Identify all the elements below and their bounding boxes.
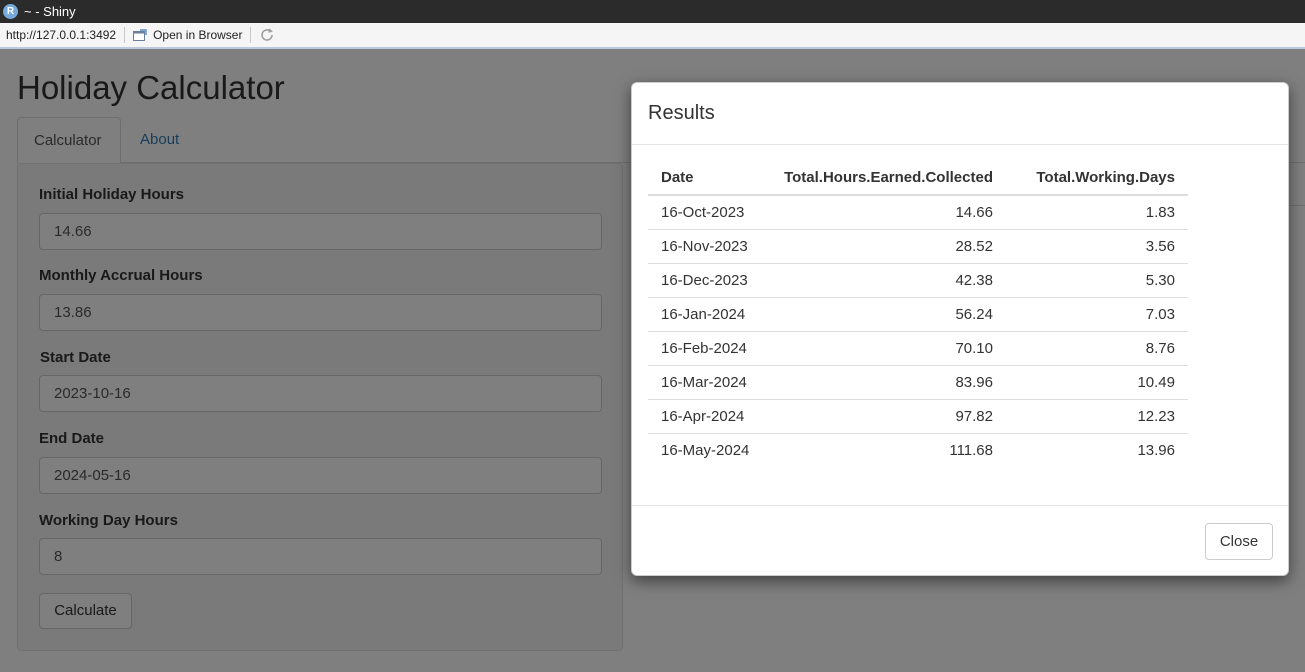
hours-cell: 97.82 (765, 398, 1006, 433)
date-cell: 16-Nov-2023 (648, 228, 765, 263)
days-cell: 1.83 (1145, 203, 1175, 221)
hours-cell: 111.68 (765, 432, 1006, 467)
days-cell: 5.30 (1006, 262, 1188, 297)
window-title: ~ - Shiny (24, 4, 76, 19)
modal-title: Results (648, 102, 715, 124)
modal-header: Results (632, 83, 1288, 145)
days-cell: 3.56 (1006, 228, 1188, 263)
table-row: 16-Mar-2024 83.96 10.49 (648, 364, 1188, 399)
table-row: 16-Dec-2023 42.38 5.30 (648, 262, 1188, 297)
viewer-toolbar: http://127.0.0.1:3492 Open in Browser (0, 23, 1305, 49)
days-cell: 8.76 (1006, 330, 1188, 365)
hours-cell: 70.10 (765, 330, 1006, 365)
table-row: 16-May-2024 111.68 13.96 (648, 432, 1188, 467)
open-in-browser-icon (133, 29, 147, 41)
table-header-row: Date Total.Hours.Earned.Collected Total.… (648, 161, 1188, 196)
table-row: 16-Nov-2023 28.52 3.56 (648, 228, 1188, 263)
date-cell: 16-Dec-2023 (648, 262, 765, 297)
date-cell: 16-Apr-2024 (648, 398, 765, 433)
date-cell: 16-May-2024 (648, 432, 765, 467)
days-cell: 7.03 (1006, 296, 1188, 331)
hours-cell: 28.52 (765, 228, 1006, 263)
table-row: 16-Oct-2023 14.66 1.83 (648, 195, 1188, 229)
column-header-days: Total.Working.Days (1006, 161, 1188, 196)
r-logo-icon: R (3, 4, 18, 19)
column-header-hours: Total.Hours.Earned.Collected (765, 161, 1006, 196)
results-table: Date Total.Hours.Earned.Collected Total.… (648, 161, 1188, 467)
hours-cell: 83.96 (765, 364, 1006, 399)
table-row: 16-Jan-2024 56.24 7.03 (648, 296, 1188, 331)
days-cell: 13.96 (1006, 432, 1188, 467)
toolbar-divider (124, 27, 126, 43)
close-button[interactable]: Close (1205, 523, 1273, 560)
open-in-browser-label: Open in Browser (153, 28, 243, 42)
date-cell: 16-Jan-2024 (648, 296, 765, 331)
date-cell: 16-Mar-2024 (648, 364, 765, 399)
column-header-date: Date (648, 161, 765, 196)
hours-cell: 56.24 (765, 296, 1006, 331)
days-cell: 10.49 (1006, 364, 1188, 399)
open-in-browser-button[interactable]: Open in Browser (133, 28, 242, 42)
results-modal: Results Date Total.Hours.Earned.Collecte… (631, 82, 1289, 576)
table-row: 16-Apr-2024 97.82 12.23 (648, 398, 1188, 433)
table-row: 16-Feb-2024 70.10 8.76 (648, 330, 1188, 365)
hours-cell: 14.66 (955, 203, 993, 221)
toolbar-divider-2 (250, 27, 252, 43)
hours-cell: 42.38 (765, 262, 1006, 297)
date-cell: 16-Oct-2023 (661, 203, 745, 221)
modal-footer: Close (632, 505, 1288, 575)
date-cell: 16-Feb-2024 (648, 330, 765, 365)
days-cell: 12.23 (1006, 398, 1188, 433)
window-titlebar: R ~ - Shiny (0, 0, 1305, 23)
url-text: http://127.0.0.1:3492 (6, 28, 117, 42)
refresh-icon[interactable] (259, 27, 275, 43)
